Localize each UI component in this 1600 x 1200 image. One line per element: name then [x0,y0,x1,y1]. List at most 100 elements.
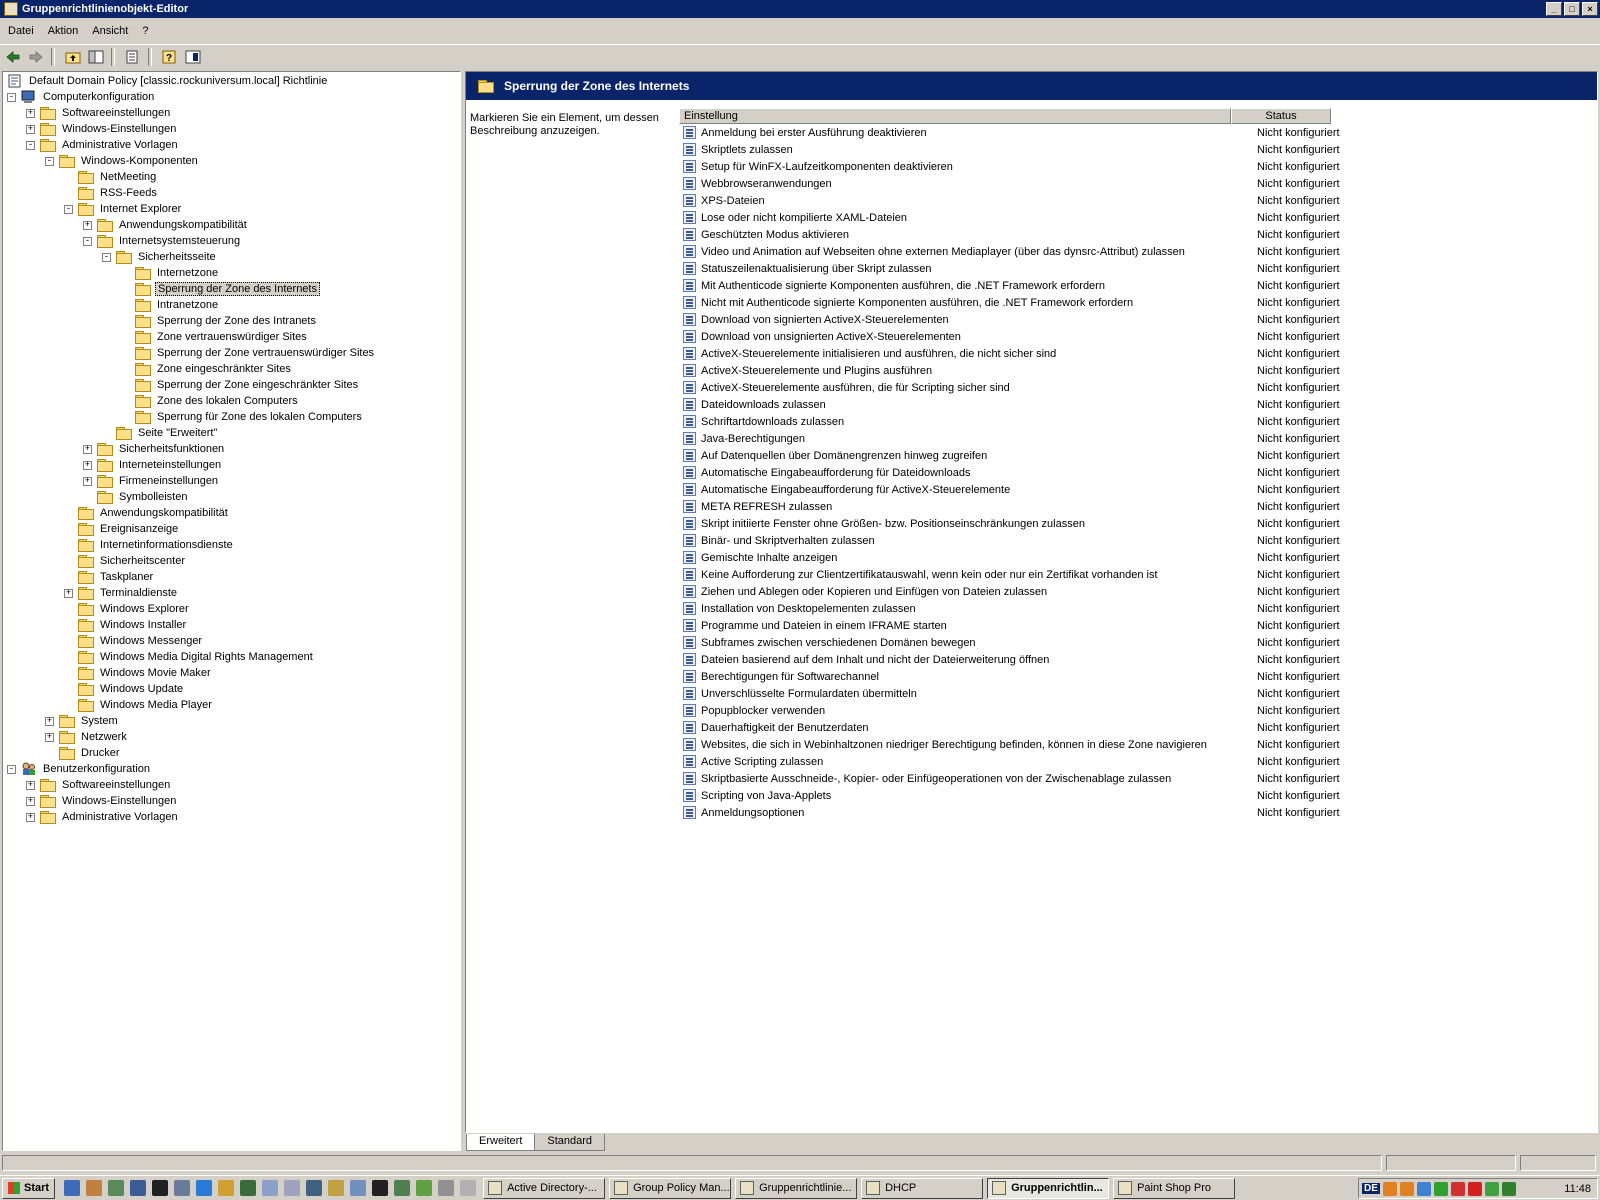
tree-node[interactable]: Sperrung der Zone eingeschränkter Sites [121,377,360,393]
setting-row[interactable]: Websites, die sich in Webinhaltzonen nie… [679,736,1597,753]
tree-node[interactable]: + Softwareeinstellungen [26,105,172,121]
tree-node[interactable]: Taskplaner [64,569,155,585]
expand-icon[interactable]: + [83,220,92,230]
console-tree[interactable]: Default Domain Policy [classic.rockunive… [2,71,461,1151]
tree-node[interactable]: Zone eingeschränkter Sites [121,361,293,377]
tray-icon[interactable] [1467,1181,1482,1196]
title-bar[interactable]: Gruppenrichtlinienobjekt-Editor _ □ × [0,0,1600,18]
tree-node[interactable]: + Netzwerk [45,729,129,745]
tree-node[interactable]: Sperrung der Zone des Internets [121,281,320,297]
quicklaunch-icon[interactable] [350,1180,367,1196]
setting-row[interactable]: Popupblocker verwenden Nicht konfiguriert [679,702,1597,719]
tray-icon[interactable] [1484,1181,1499,1196]
expand-icon[interactable]: + [64,588,73,598]
tree-node[interactable]: + Softwareeinstellungen [26,777,172,793]
language-indicator[interactable]: DE [1362,1183,1380,1194]
column-header-status[interactable]: Status [1231,108,1331,124]
collapse-icon[interactable]: - [45,156,54,166]
tree-node[interactable]: + Windows-Einstellungen [26,793,178,809]
setting-row[interactable]: Webbrowseranwendungen Nicht konfiguriert [679,175,1597,192]
setting-row[interactable]: Download von signierten ActiveX-Steuerel… [679,311,1597,328]
expand-icon[interactable]: + [26,124,35,134]
tray-icon[interactable] [1501,1181,1516,1196]
setting-row[interactable]: Gemischte Inhalte anzeigen Nicht konfigur… [679,549,1597,566]
setting-row[interactable]: ActiveX-Steuerelemente initialisieren un… [679,345,1597,362]
tree-node[interactable]: Windows Explorer [64,601,191,617]
setting-row[interactable]: ActiveX-Steuerelemente ausführen, die fü… [679,379,1597,396]
tree-node[interactable]: Default Domain Policy [classic.rockunive… [7,73,329,89]
setting-row[interactable]: Dauerhaftigkeit der Benutzerdaten Nicht k… [679,719,1597,736]
setting-row[interactable]: Lose oder nicht kompilierte XAML-Dateien… [679,209,1597,226]
taskbar-button[interactable]: Gruppenrichtlinie... [735,1177,858,1199]
tree-node[interactable]: - Benutzerkonfiguration [7,761,152,777]
back-icon[interactable] [3,48,23,66]
taskbar-button[interactable]: Group Policy Man... [609,1177,732,1199]
collapse-icon[interactable]: - [64,204,73,214]
expand-icon[interactable]: + [83,460,92,470]
tray-icon[interactable] [1450,1181,1465,1196]
setting-row[interactable]: Berechtigungen für Softwarechannel Nicht … [679,668,1597,685]
tree-node[interactable]: + Interneteinstellungen [83,457,223,473]
expand-icon[interactable]: + [45,732,54,742]
setting-row[interactable]: Binär- und Skriptverhalten zulassen Nicht… [679,532,1597,549]
expand-icon[interactable]: + [26,812,35,822]
setting-row[interactable]: Mit Authenticode signierte Komponenten a… [679,277,1597,294]
tree-node[interactable]: Windows Media Digital Rights Management [64,649,315,665]
setting-row[interactable]: Geschützten Modus aktivieren Nicht konfig… [679,226,1597,243]
expand-icon[interactable]: + [45,716,54,726]
tree-node[interactable]: Drucker [45,745,122,761]
setting-row[interactable]: Java-Berechtigungen Nicht konfiguriert [679,430,1597,447]
tree-node[interactable]: Sicherheitscenter [64,553,187,569]
internet-explorer-icon[interactable] [196,1180,213,1196]
setting-row[interactable]: XPS-Dateien Nicht konfiguriert [679,192,1597,209]
expand-icon[interactable]: + [83,444,92,454]
tree-node[interactable]: Windows Installer [64,617,188,633]
menu-ansicht[interactable]: Ansicht [84,25,134,37]
taskbar-button[interactable]: Paint Shop Pro [1113,1177,1236,1199]
tree-node[interactable]: Anwendungskompatibilität [64,505,230,521]
quicklaunch-icon[interactable] [108,1180,125,1196]
tray-icon[interactable] [1382,1181,1397,1196]
tree-node[interactable]: + Anwendungskompatibilität [83,217,249,233]
collapse-icon[interactable]: - [7,92,16,102]
setting-row[interactable]: Nicht mit Authenticode signierte Kompone… [679,294,1597,311]
tree-node[interactable]: Windows Update [64,681,185,697]
tree-node[interactable]: + Windows-Einstellungen [26,121,178,137]
tree-node[interactable]: Sperrung für Zone des lokalen Computers [121,409,364,425]
tab-standard[interactable]: Standard [534,1134,606,1151]
setting-row[interactable]: ActiveX-Steuerelemente und Plugins ausfü… [679,362,1597,379]
quicklaunch-icon[interactable] [262,1180,279,1196]
clock[interactable]: 11:48 [1564,1183,1591,1195]
tree-node[interactable]: Seite "Erweitert" [102,425,219,441]
setting-row[interactable]: Skriptbasierte Ausschneide-, Kopier- ode… [679,770,1597,787]
tree-node[interactable]: Symbolleisten [83,489,189,505]
tree-node[interactable]: Ereignisanzeige [64,521,180,537]
tree-node[interactable]: NetMeeting [64,169,158,185]
quicklaunch-icon[interactable] [394,1180,411,1196]
tree-node[interactable]: RSS-Feeds [64,185,159,201]
setting-row[interactable]: Dateidownloads zulassen Nicht konfigurier… [679,396,1597,413]
menu-datei[interactable]: Datei [0,25,40,37]
quicklaunch-icon[interactable] [174,1180,191,1196]
close-button[interactable]: × [1582,2,1598,16]
tree-node[interactable]: Internetzone [121,265,220,281]
properties-icon[interactable] [183,48,203,66]
setting-row[interactable]: Schriftartdownloads zulassen Nicht konfig… [679,413,1597,430]
expand-icon[interactable]: + [26,796,35,806]
tree-node[interactable]: + Sicherheitsfunktionen [83,441,226,457]
up-folder-icon[interactable] [63,48,83,66]
start-button[interactable]: Start [2,1177,56,1199]
tree-node[interactable]: - Computerkonfiguration [7,89,156,105]
setting-row[interactable]: Video und Animation auf Webseiten ohne e… [679,243,1597,260]
setting-row[interactable]: Dateien basierend auf dem Inhalt und nic… [679,651,1597,668]
collapse-icon[interactable]: - [83,236,92,246]
collapse-icon[interactable]: - [102,252,111,262]
menu-aktion[interactable]: Aktion [40,25,85,37]
quicklaunch-icon[interactable] [306,1180,323,1196]
setting-row[interactable]: Installation von Desktopelementen zulass… [679,600,1597,617]
collapse-icon[interactable]: - [7,764,16,774]
tree-node[interactable]: Windows Movie Maker [64,665,213,681]
tree-node[interactable]: Windows Messenger [64,633,204,649]
tree-node[interactable]: - Internetsystemsteuerung [83,233,242,249]
taskbar-button[interactable]: Gruppenrichtlin... [987,1177,1110,1199]
